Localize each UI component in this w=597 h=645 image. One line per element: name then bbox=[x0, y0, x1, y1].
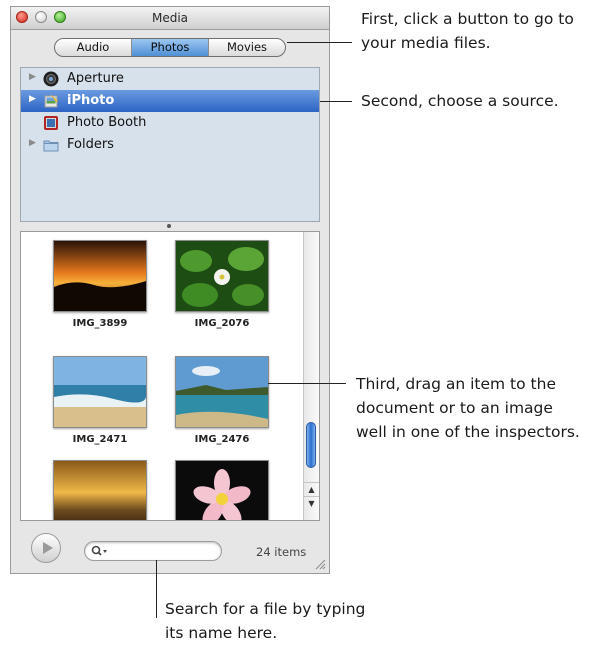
callout-third: Third, drag an item to the document or t… bbox=[356, 372, 580, 444]
source-item-aperture[interactable]: ▶ Aperture bbox=[21, 68, 319, 90]
photo-caption: IMG_2471 bbox=[72, 434, 128, 445]
disclosure-triangle-icon[interactable]: ▶ bbox=[29, 138, 36, 148]
scroll-up-arrow-icon[interactable]: ▲ bbox=[304, 482, 319, 497]
photo-image[interactable] bbox=[53, 460, 147, 520]
callout-second: Second, choose a source. bbox=[361, 89, 559, 113]
source-item-iphoto[interactable]: ▶ iPhoto bbox=[21, 90, 319, 112]
scroll-thumb[interactable] bbox=[306, 422, 316, 468]
photo-thumbnail[interactable] bbox=[175, 460, 269, 520]
photo-image[interactable] bbox=[175, 356, 269, 428]
photo-thumbnail[interactable]: IMG_3899 bbox=[53, 240, 147, 329]
source-label: Aperture bbox=[67, 71, 124, 86]
callout-first: First, click a button to go to your medi… bbox=[361, 7, 574, 55]
disclosure-triangle-icon[interactable]: ▶ bbox=[29, 72, 36, 82]
callout-search: Search for a file by typing its name her… bbox=[165, 597, 365, 645]
item-count: 24 items bbox=[256, 545, 307, 559]
tab-audio[interactable]: Audio bbox=[55, 39, 132, 56]
photo-browser: IMG_3899 IMG_2076 IMG_2471 IMG_2476 ▲ ▼ bbox=[20, 231, 320, 521]
callout-leader-line bbox=[268, 383, 346, 384]
play-icon bbox=[43, 542, 53, 554]
iphoto-icon bbox=[44, 94, 58, 108]
folder-icon bbox=[43, 140, 59, 152]
callout-leader-line bbox=[156, 560, 157, 618]
title-bar[interactable]: Media bbox=[11, 7, 329, 30]
photo-caption: IMG_3899 bbox=[72, 318, 128, 329]
tab-photos[interactable]: Photos bbox=[132, 39, 209, 56]
resize-grip-icon[interactable] bbox=[314, 558, 326, 570]
photo-thumbnail[interactable]: IMG_2076 bbox=[175, 240, 269, 329]
photo-thumbnail[interactable]: IMG_2476 bbox=[175, 356, 269, 445]
source-label: Photo Booth bbox=[67, 115, 147, 130]
vertical-scrollbar[interactable]: ▲ ▼ bbox=[303, 232, 319, 520]
search-field[interactable] bbox=[84, 541, 222, 561]
photo-image[interactable] bbox=[175, 240, 269, 312]
source-item-folders[interactable]: ▶ Folders bbox=[21, 134, 319, 156]
search-input[interactable] bbox=[113, 543, 217, 561]
callout-text: well in one of the inspectors. bbox=[356, 423, 580, 441]
callout-text: Second, choose a source. bbox=[361, 92, 559, 110]
callout-text: Third, drag an item to the bbox=[356, 375, 556, 393]
photo-image[interactable] bbox=[53, 356, 147, 428]
callout-leader-line bbox=[287, 42, 352, 43]
callout-text: its name here. bbox=[165, 624, 278, 642]
split-view-handle[interactable] bbox=[166, 223, 172, 229]
source-item-photo-booth[interactable]: Photo Booth bbox=[21, 112, 319, 134]
source-list: ▶ Aperture ▶ iPhoto Photo Booth ▶ Folder… bbox=[20, 67, 320, 222]
media-type-selector: Audio Photos Movies bbox=[54, 38, 286, 57]
callout-text: your media files. bbox=[361, 34, 491, 52]
play-button[interactable] bbox=[31, 533, 61, 563]
callout-leader-line bbox=[320, 101, 352, 102]
photo-thumbnail[interactable] bbox=[53, 460, 147, 520]
scroll-down-arrow-icon[interactable]: ▼ bbox=[304, 496, 319, 511]
search-icon[interactable] bbox=[91, 545, 109, 560]
photo-booth-icon bbox=[44, 116, 58, 130]
callout-text: First, click a button to go to bbox=[361, 10, 574, 28]
source-label: Folders bbox=[67, 137, 114, 152]
window-title: Media bbox=[151, 11, 189, 25]
photo-caption: IMG_2076 bbox=[194, 318, 250, 329]
photo-thumbnail[interactable]: IMG_2471 bbox=[53, 356, 147, 445]
media-window: Media Audio Photos Movies ▶ Aperture ▶ i… bbox=[10, 6, 330, 574]
photo-image[interactable] bbox=[175, 460, 269, 520]
disclosure-triangle-icon[interactable]: ▶ bbox=[29, 94, 36, 104]
callout-text: document or to an image bbox=[356, 399, 553, 417]
tab-movies[interactable]: Movies bbox=[209, 39, 285, 56]
photo-image[interactable] bbox=[53, 240, 147, 312]
bottom-bar: 24 items bbox=[11, 523, 329, 573]
photo-caption: IMG_2476 bbox=[194, 434, 250, 445]
aperture-icon bbox=[43, 71, 59, 87]
callout-text: Search for a file by typing bbox=[165, 600, 366, 618]
source-label: iPhoto bbox=[67, 93, 115, 108]
